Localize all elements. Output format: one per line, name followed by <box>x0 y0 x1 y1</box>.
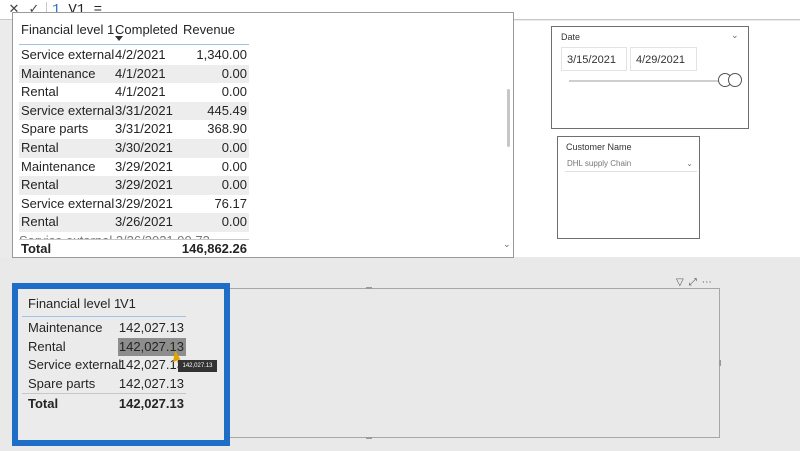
table-row[interactable]: Service external 3/29/2021 76.17 <box>19 195 249 214</box>
column-header-financial-level[interactable]: Financial level 1 <box>21 22 114 37</box>
matrix-total-rule <box>22 393 186 394</box>
end-date-input[interactable]: 4/29/2021 <box>630 47 697 71</box>
scroll-down-icon[interactable]: ⌄ <box>503 239 511 250</box>
table-visual[interactable]: Financial level 1 Completed Revenue Serv… <box>12 12 514 258</box>
visual-header-icons: ▽⤢⋯ <box>676 277 717 288</box>
table-row[interactable]: Rental 3/30/2021 0.00 <box>19 139 249 158</box>
table-row[interactable]: Rental 3/29/2021 0.00 <box>19 176 249 195</box>
matrix-total-row: Total 142,027.13 <box>28 396 184 411</box>
matrix-row[interactable]: Spare parts 142,027.13 <box>22 375 186 394</box>
table-row[interactable]: Maintenance 3/29/2021 0.00 <box>19 158 249 177</box>
focus-mode-icon[interactable]: ⤢ <box>689 277 702 288</box>
matrix-row[interactable]: Maintenance 142,027.13 <box>22 319 186 338</box>
date-range-slider[interactable] <box>569 80 731 82</box>
more-options-icon[interactable]: ⋯ <box>702 277 717 288</box>
table-row[interactable]: Rental 4/1/2021 0.00 <box>19 83 249 102</box>
column-header-completed[interactable]: Completed <box>115 22 178 37</box>
customer-slicer[interactable]: Customer Name DHL supply Chain ⌄ <box>557 136 700 239</box>
table-row[interactable]: Service external 4/2/2021 1,340.00 <box>19 46 249 65</box>
total-rule <box>19 239 249 240</box>
header-rule <box>19 44 249 45</box>
resize-handle-top[interactable] <box>366 287 372 289</box>
chevron-down-icon[interactable]: ⌄ <box>731 30 739 41</box>
chevron-down-icon[interactable]: ⌄ <box>686 155 693 172</box>
table-row[interactable]: Spare parts 3/31/2021 368.90 <box>19 120 249 139</box>
matrix-header-v1[interactable]: V1 <box>120 296 136 311</box>
date-slicer[interactable]: Date ⌄ 3/15/2021 4/29/2021 <box>551 26 749 129</box>
sort-down-icon <box>115 36 123 41</box>
resize-handle-bottom[interactable] <box>366 437 372 439</box>
matrix-header-financial-level[interactable]: Financial level 1 <box>28 296 121 311</box>
scrollbar-thumb[interactable] <box>507 89 510 147</box>
table-row[interactable]: Rental 3/26/2021 0.00 <box>19 213 249 232</box>
matrix-row[interactable]: Rental 142,027.13 <box>22 338 186 357</box>
value-tooltip: 142,027.13 <box>178 360 217 372</box>
table-row[interactable]: Maintenance 4/1/2021 0.00 <box>19 64 249 84</box>
filter-icon[interactable]: ▽ <box>676 277 689 288</box>
total-row: Total 146,862.26 <box>21 241 247 256</box>
start-date-input[interactable]: 3/15/2021 <box>561 47 627 71</box>
resize-handle-right[interactable] <box>719 360 721 366</box>
date-slicer-title: Date <box>561 32 581 42</box>
table-row[interactable]: Service external 3/31/2021 445.49 <box>19 101 249 121</box>
slider-end-handle[interactable] <box>728 73 742 87</box>
customer-slicer-title: Customer Name <box>566 142 632 152</box>
column-header-revenue[interactable]: Revenue <box>183 22 235 37</box>
customer-dropdown[interactable]: DHL supply Chain ⌄ <box>565 155 697 172</box>
matrix-header-rule <box>22 316 186 317</box>
matrix-row[interactable]: Service external 142,027.13 <box>22 356 186 375</box>
customer-selected-value: DHL supply Chain <box>567 159 632 168</box>
